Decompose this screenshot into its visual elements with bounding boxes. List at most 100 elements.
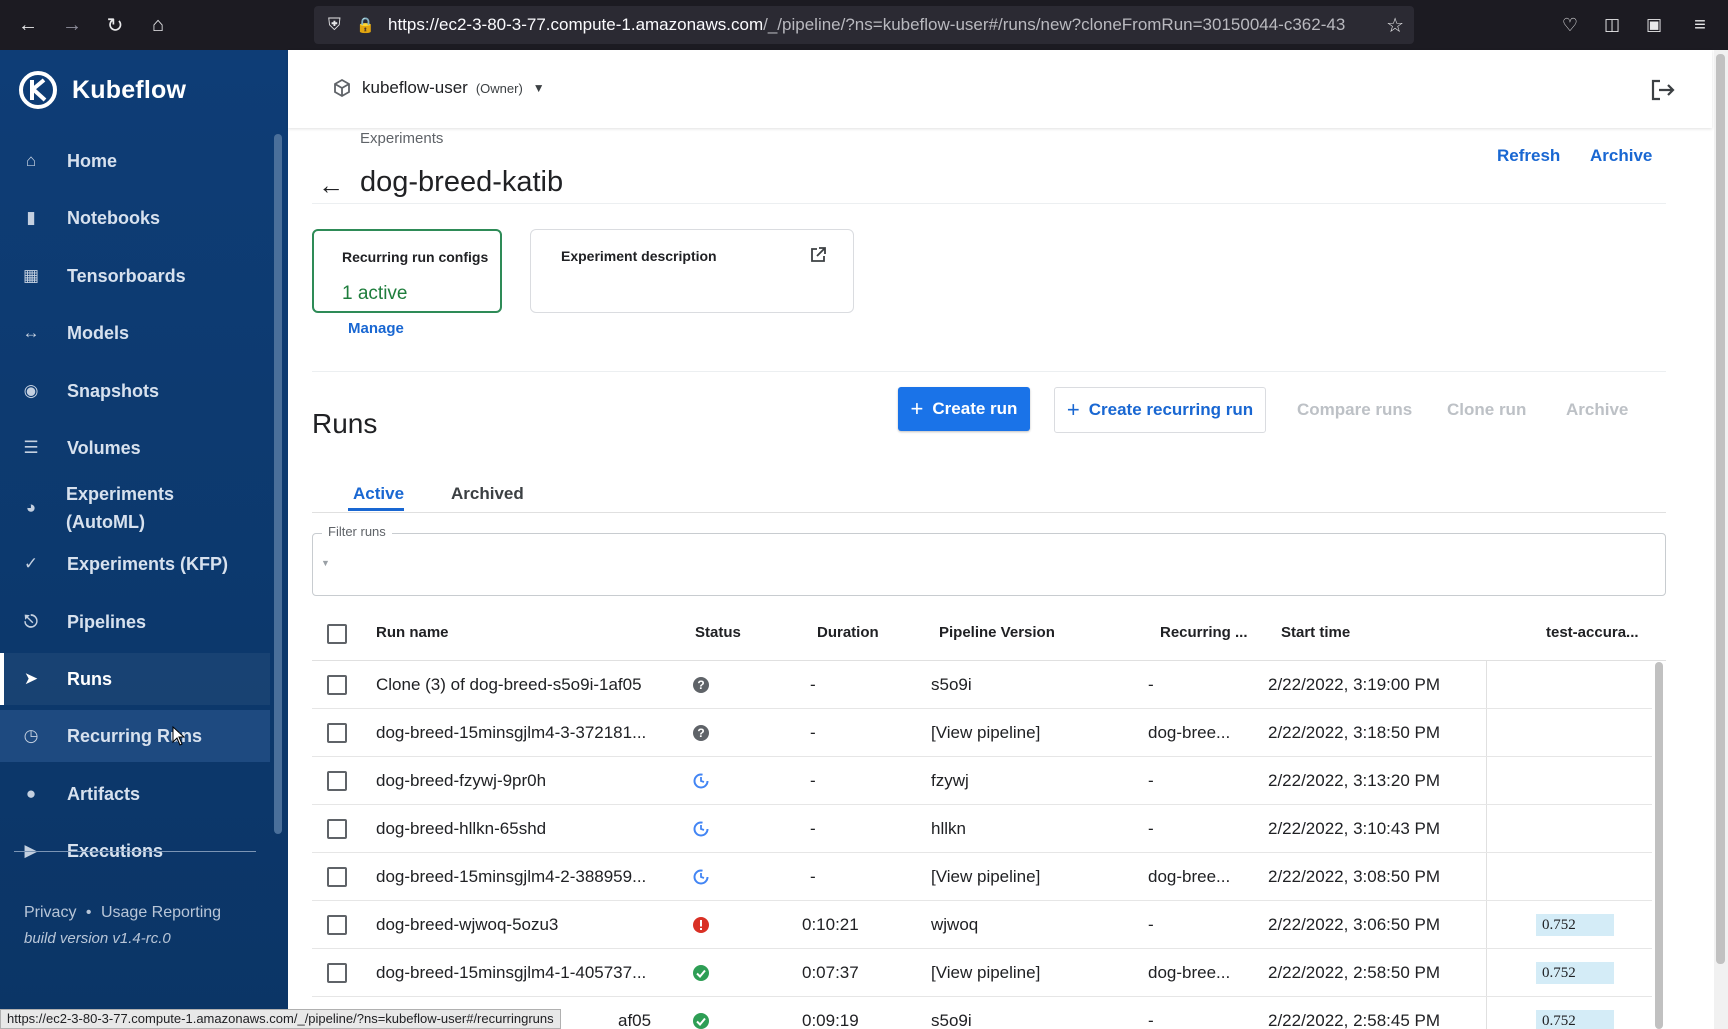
run-pipeline-version[interactable]: [View pipeline]: [931, 853, 1040, 901]
extension-icon[interactable]: ▣: [1642, 13, 1666, 37]
alarm-icon: ◷: [23, 726, 39, 745]
tab-archived[interactable]: Archived: [451, 484, 524, 504]
sidebar-item-snapshots[interactable]: ◉ Snapshots: [0, 365, 270, 417]
compare-runs-button[interactable]: Compare runs: [1297, 400, 1412, 420]
sidebar-item-home[interactable]: ⌂ Home: [0, 135, 270, 187]
column-status[interactable]: Status: [695, 624, 741, 641]
sidebar-item-pipelines[interactable]: ⎋ Pipelines: [0, 596, 270, 648]
breadcrumb[interactable]: Experiments: [360, 130, 443, 147]
row-checkbox[interactable]: [327, 867, 347, 887]
sidebar-item-experiments-automl[interactable]: ◕ Experiments (AutoML): [0, 480, 270, 536]
run-name-link[interactable]: dog-breed-15minsgjlm4-2-388959...: [376, 853, 646, 901]
archive-experiment-button[interactable]: Archive: [1590, 146, 1652, 166]
home-browser-icon[interactable]: ⌂: [146, 13, 170, 37]
sidebar-scrollbar[interactable]: [274, 134, 282, 834]
experiment-description-card: Experiment description: [530, 229, 854, 313]
row-checkbox[interactable]: [327, 963, 347, 983]
column-test-accuracy[interactable]: test-accura...: [1546, 624, 1639, 641]
brand[interactable]: Kubeflow: [18, 70, 186, 110]
filter-runs-input[interactable]: [312, 533, 1666, 596]
archive-runs-button[interactable]: Archive: [1566, 400, 1628, 420]
column-recurring[interactable]: Recurring ...: [1160, 624, 1248, 641]
run-name-link[interactable]: dog-breed-15minsgjlm4-3-372181...: [376, 709, 646, 757]
run-start-time: 2/22/2022, 3:18:50 PM: [1268, 723, 1441, 742]
run-name-link[interactable]: dog-breed-hllkn-65shd: [376, 805, 546, 853]
row-checkbox[interactable]: [327, 675, 347, 695]
table-row[interactable]: dog-breed-15minsgjlm4-2-388959... - [View …: [312, 853, 1652, 901]
column-run-name[interactable]: Run name: [376, 624, 449, 641]
filter-dropdown-icon[interactable]: ▼: [321, 558, 330, 568]
sidebar-item-label: Experiments (AutoML): [66, 484, 175, 532]
select-all-checkbox[interactable]: [327, 624, 347, 644]
table-scrollbar[interactable]: [1655, 662, 1663, 1029]
tab-active[interactable]: Active: [353, 484, 404, 504]
column-duration[interactable]: Duration: [817, 624, 879, 641]
run-pipeline-version[interactable]: [View pipeline]: [931, 709, 1040, 757]
column-start-time[interactable]: Start time: [1281, 624, 1350, 641]
chevron-down-icon: ▼: [532, 81, 545, 95]
create-recurring-run-button[interactable]: + Create recurring run: [1054, 387, 1266, 433]
row-checkbox[interactable]: [327, 915, 347, 935]
run-recurring-config[interactable]: dog-bree...: [1148, 949, 1230, 997]
sidebar-item-tensorboards[interactable]: ▦ Tensorboards: [0, 250, 270, 302]
lock-icon[interactable]: 🔒: [356, 16, 375, 34]
cube-icon: [334, 78, 350, 98]
sidebar-item-volumes[interactable]: ☰ Volumes: [0, 422, 270, 474]
row-checkbox[interactable]: [327, 771, 347, 791]
run-recurring-config[interactable]: dog-bree...: [1148, 853, 1230, 901]
shield-icon[interactable]: ⛨: [328, 15, 341, 35]
sidebar-item-models[interactable]: ↔ Models: [0, 307, 270, 359]
status-success-icon: [693, 1013, 709, 1029]
usage-reporting-link[interactable]: Usage Reporting: [101, 904, 221, 921]
row-checkbox[interactable]: [327, 819, 347, 839]
sidebar-item-runs[interactable]: ➤ Runs: [0, 653, 270, 705]
automl-icon: ◕: [25, 498, 37, 517]
table-row[interactable]: dog-breed-15minsgjlm4-3-372181... - [View …: [312, 709, 1652, 757]
sidebar-item-label: Runs: [67, 669, 112, 689]
page-scrollbar-thumb[interactable]: [1716, 54, 1725, 964]
back-arrow-icon[interactable]: ←: [318, 170, 344, 201]
refresh-button[interactable]: Refresh: [1497, 146, 1560, 166]
run-name-link[interactable]: dog-breed-wjwoq-5ozu3: [376, 901, 558, 949]
reload-icon[interactable]: ↻: [103, 13, 127, 37]
privacy-link[interactable]: Privacy: [24, 904, 76, 921]
open-external-icon[interactable]: [809, 246, 827, 264]
sidebar-item-notebooks[interactable]: ▮ Notebooks: [0, 192, 270, 244]
run-recurring-config[interactable]: dog-bree...: [1148, 709, 1230, 757]
tab-indicator: [348, 508, 404, 511]
sidebar-item-recurring-runs[interactable]: ◷ Recurring Runs: [0, 710, 270, 762]
back-icon[interactable]: ←: [16, 13, 40, 37]
create-run-button[interactable]: + Create run: [898, 387, 1030, 431]
clone-run-button[interactable]: Clone run: [1447, 400, 1526, 420]
run-name-link[interactable]: dog-breed-15minsgjlm4-1-405737...: [376, 949, 646, 997]
url-text: https://ec2-3-80-3-77.compute-1.amazonaw…: [388, 15, 1346, 34]
logout-icon[interactable]: [1650, 78, 1676, 102]
run-recurring-config: -: [1148, 675, 1154, 694]
run-duration: 0:10:21: [802, 915, 859, 934]
table-row[interactable]: dog-breed-15minsgjlm4-1-405737... 0:07:37…: [312, 949, 1652, 997]
sidebar-item-label: Artifacts: [67, 784, 141, 804]
reader-icon[interactable]: ◫: [1600, 13, 1624, 37]
run-duration: 0:09:19: [802, 1011, 859, 1029]
sidebar-item-artifacts[interactable]: ● Artifacts: [0, 768, 270, 820]
menu-icon[interactable]: ≡: [1688, 13, 1712, 37]
run-pipeline-version[interactable]: [View pipeline]: [931, 949, 1040, 997]
run-name-link[interactable]: dog-breed-fzywj-9pr0h: [376, 757, 546, 805]
run-name-link[interactable]: af05: [618, 997, 651, 1029]
namespace-selector[interactable]: kubeflow-user (Owner) ▼: [332, 78, 545, 98]
table-row[interactable]: dog-breed-wjwoq-5ozu3 0:10:21 wjwoq - 2/22/2…: [312, 901, 1652, 949]
test-accuracy-value: 0.752: [1536, 962, 1614, 984]
pocket-icon[interactable]: ♡: [1558, 13, 1582, 37]
column-pipeline-version[interactable]: Pipeline Version: [939, 624, 1055, 641]
table-row[interactable]: dog-breed-hllkn-65shd - hllkn - 2/22/2022, 3…: [312, 805, 1652, 853]
run-name-link[interactable]: Clone (3) of dog-breed-s5o9i-1af05: [376, 661, 642, 709]
sidebar-item-label: Snapshots: [67, 381, 160, 401]
forward-icon[interactable]: →: [60, 13, 84, 37]
row-checkbox[interactable]: [327, 723, 347, 743]
bookmark-star-icon[interactable]: ☆: [1386, 13, 1404, 38]
address-bar[interactable]: ⛨ 🔒 https://ec2-3-80-3-77.compute-1.amaz…: [314, 6, 1414, 44]
table-row[interactable]: Clone (3) of dog-breed-s5o9i-1af05 - s5o9i…: [312, 661, 1652, 709]
manage-link[interactable]: Manage: [348, 320, 404, 337]
sidebar-item-experiments-kfp[interactable]: ✓ Experiments (KFP): [0, 538, 270, 590]
table-row[interactable]: dog-breed-fzywj-9pr0h - fzywj - 2/22/2022, 3…: [312, 757, 1652, 805]
